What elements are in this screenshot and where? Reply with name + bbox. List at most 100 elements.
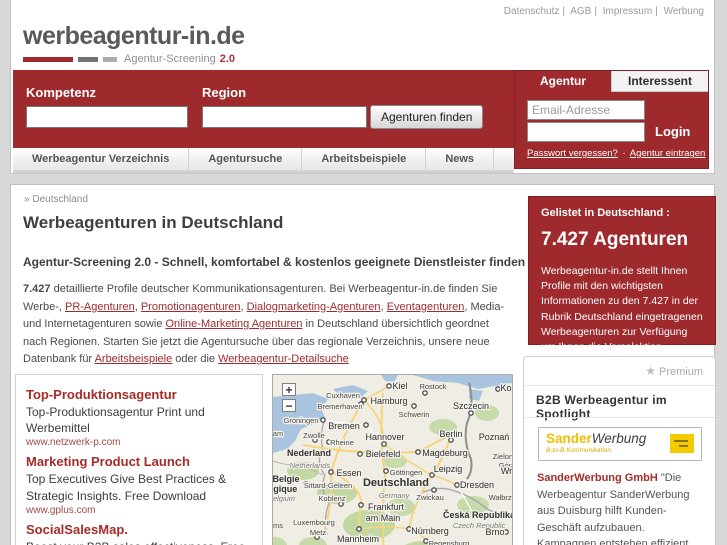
svg-text:Česká Republika: Česká Republika [443,509,512,520]
intro-link[interactable]: Eventagenturen [387,301,465,313]
svg-text:Regensburg: Regensburg [429,539,470,545]
email-field[interactable] [527,100,645,120]
site-logo[interactable]: werbeagentur-in.de Agentur-Screening 2.0 [23,24,245,65]
svg-text:Zielona: Zielona [493,452,512,461]
sander-werbung-logo[interactable]: SanderWerbung B-to-B Kommunikation [538,427,702,461]
find-agencies-button[interactable]: Agenturen finden [370,105,484,129]
logo-tagline: Agentur-Screening [124,53,216,65]
main-nav: Werbeagentur Verzeichnis Agentursuche Ar… [13,148,514,170]
map-zoom-in-button[interactable]: + [282,383,296,396]
link-impressum[interactable]: Impressum [603,6,652,17]
premium-label: Premium [658,366,703,378]
svg-text:Essen: Essen [336,468,361,478]
sander-brand-1: Sander [546,431,592,446]
region-label: Region [202,85,247,100]
logo-version: 2.0 [219,53,236,65]
svg-text:Nürnberg: Nürnberg [411,526,449,536]
agency-count: 7.427 Agenturen [541,229,689,250]
nav-item-verzeichnis[interactable]: Werbeagentur Verzeichnis [13,148,190,170]
premium-badge: ★ Premium [645,364,703,378]
region-input[interactable] [202,106,367,128]
nav-shadow [13,170,514,174]
intro-link[interactable]: Arbeitsbeispiele [95,353,173,365]
intro-link[interactable]: PR-Agenturen [65,301,135,313]
svg-text:Magdeburg: Magdeburg [422,448,468,458]
tab-agentur[interactable]: Agentur [515,71,611,92]
ad-body: Boost your B2B sales effectiveness. Free… [26,539,252,545]
sander-logo-icon [670,434,694,453]
svg-text:Bremen: Bremen [328,421,360,431]
svg-text:Kiel: Kiel [392,381,407,391]
spotlight-description: SanderWerbung GmbH "Die Werbeagentur San… [537,470,705,545]
svg-text:Luxembourg: Luxembourg [293,518,335,527]
svg-text:Sittard-Geleen: Sittard-Geleen [304,481,352,490]
logo-title: werbeagentur-in.de [23,22,245,50]
svg-text:Belgie: Belgie [273,474,300,484]
map-zoom-out-button[interactable]: − [282,399,296,412]
login-button[interactable]: Login [655,124,690,139]
svg-text:Dresden: Dresden [460,480,494,490]
page-subtitle: Agentur-Screening 2.0 - Schnell, komfort… [23,255,526,269]
svg-text:Rheine: Rheine [330,438,354,447]
spotlight-company-link[interactable]: SanderWerbung GmbH [537,472,658,484]
svg-text:Bremerhaven: Bremerhaven [317,402,362,411]
breadcrumb: » Deutschland [24,194,88,205]
intro-link[interactable]: Dialogmarketing-Agenturen [247,301,381,313]
nav-item-agentursuche[interactable]: Agentursuche [189,148,303,170]
svg-text:Poznań: Poznań [479,432,510,442]
svg-text:Koblenz: Koblenz [318,494,345,503]
svg-text:Mannheim: Mannheim [337,534,379,544]
svg-text:lgique: lgique [273,484,297,494]
intro-link[interactable]: Werbeagentur-Detailsuche [218,353,349,365]
nav-item-arbeitsbeispiele[interactable]: Arbeitsbeispiele [302,148,427,170]
forgot-password-link[interactable]: Passwort vergessen? [527,148,618,159]
ad-url[interactable]: www.netzwerk-p.com [26,437,252,448]
password-field[interactable] [527,122,645,142]
intro-link[interactable]: Promotionagenturen [141,301,241,313]
svg-text:am Main: am Main [366,513,401,523]
logo-bar-light [103,56,117,62]
map-image: Kiel Rostock Ko Cuxhaven Hamburg Bremerhaven S… [273,375,512,545]
nav-item-news[interactable]: News [426,148,495,170]
ad-title[interactable]: Top-Produktionsagentur [26,387,252,402]
svg-text:Netherlands: Netherlands [290,461,331,470]
intro-paragraph: 7.427 detaillierte Profile deutscher Kom… [23,283,505,366]
ad-url[interactable]: www.gplus.com [26,505,252,516]
sander-brand-2: Werbung [591,431,647,446]
link-datenschutz[interactable]: Datenschutz [504,6,560,17]
kompetenz-input[interactable] [26,106,188,128]
svg-text:Berlin: Berlin [439,429,462,439]
svg-text:am: am [273,429,283,438]
logo-tagline-row: Agentur-Screening 2.0 [23,53,245,65]
germany-map[interactable]: Kiel Rostock Ko Cuxhaven Hamburg Bremerhaven S… [272,374,513,545]
breadcrumb-deutschland[interactable]: Deutschland [32,194,88,205]
ad-title[interactable]: Marketing Product Launch [26,454,252,469]
premium-spotlight-box: ★ Premium B2B Werbeagentur im Spotlight S… [523,356,716,545]
link-werbung[interactable]: Werbung [664,6,704,17]
link-separator: | [562,6,565,17]
agency-search-panel: Kompetenz Region Agenturen finden [13,70,514,148]
listed-in-germany-box: Gelistet in Deutschland : 7.427 Agenture… [528,196,716,384]
link-agb[interactable]: AGB [570,6,591,17]
intro-link[interactable]: Online-Marketing Agenturen [166,318,303,330]
svg-text:Göttingen: Göttingen [390,468,423,477]
svg-text:Wro: Wro [501,466,512,476]
login-links: Passwort vergessen? · Agentur eintragen [527,148,705,159]
ad-title[interactable]: SocialSalesMap. [26,522,252,537]
page: Datenschutz | AGB | Impressum | Werbung wer… [0,0,727,545]
star-icon: ★ [645,364,656,378]
logo-bar-red [23,56,73,62]
listed-heading: Gelistet in Deutschland : [541,207,670,219]
logo-bar-dark [78,56,98,62]
page-title: Werbeagenturen in Deutschland [23,213,284,232]
link-separator: | [655,6,658,17]
svg-text:Leipzig: Leipzig [434,464,463,474]
svg-text:Metz: Metz [310,528,327,537]
register-agency-link[interactable]: Agentur eintragen [630,148,706,159]
login-tabs: Agentur Interessent [515,71,708,92]
svg-text:Wałbrzy: Wałbrzy [489,493,512,502]
tab-interessent[interactable]: Interessent [611,71,708,92]
svg-text:Frankfurt: Frankfurt [368,502,405,512]
main-content: » Deutschland Werbeagenturen in Deutschl… [10,184,716,545]
svg-text:Hamburg: Hamburg [370,396,407,406]
